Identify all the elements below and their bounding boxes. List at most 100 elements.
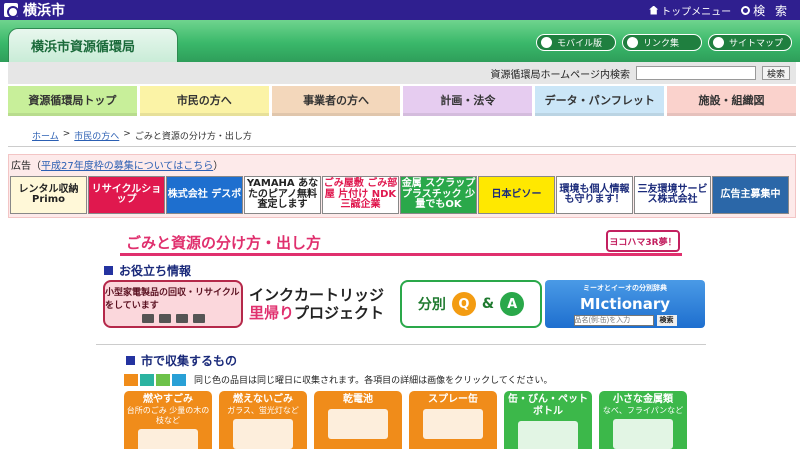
burnable-waste-card[interactable]: 燃やすごみ 台所のごみ 少量の木の枝など — [124, 391, 212, 449]
ad-banner[interactable]: 株式会社 デスポ — [166, 176, 243, 214]
glassware-icon — [233, 419, 293, 449]
links-label: リンク集 — [643, 39, 680, 49]
top-menu-label: トップメニュー — [661, 6, 732, 18]
square-bullet-icon — [126, 356, 135, 365]
city-collection-heading: 市で収集するもの — [126, 352, 237, 369]
bin-name: 乾電池 — [343, 394, 373, 405]
useful-info-heading: お役立ち情報 — [104, 262, 191, 279]
mictionary-search-button[interactable]: 検索 — [656, 314, 677, 326]
bin-sub: 台所のごみ 少量の木の枝など — [126, 406, 210, 425]
small-metal-card[interactable]: 小さな金属類 なべ、フライパンなど — [599, 391, 687, 449]
divider — [8, 146, 796, 147]
bin-name: 缶・びん・ペットボトル — [508, 394, 588, 417]
site-search-button[interactable]: 検索 — [761, 66, 790, 80]
qa-amp: & — [481, 296, 495, 312]
spray-can-card[interactable]: スプレー缶 — [409, 391, 497, 449]
nav-bureau-top[interactable]: 資源循環局トップ — [8, 86, 137, 116]
mobile-version-label: モバイル版 — [557, 39, 603, 49]
sorting-qa-banner[interactable]: 分別 Q & A — [400, 280, 542, 328]
header-search-label: 検 索 — [753, 3, 790, 18]
city-logo-text: 横浜市 — [23, 3, 65, 19]
ink-cartridge-line1: インクカートリッジ — [249, 286, 385, 304]
ink-cartridge-line2-b: プロジェクト — [294, 304, 385, 322]
color-legend-note: 同じ色の品目は同じ曜日に収集されます。各項目の詳細は画像をクリックしてください。 — [194, 376, 553, 386]
sitemap-button[interactable]: サイトマップ — [708, 34, 792, 51]
frying-pan-icon — [613, 419, 673, 449]
ad-line: 広告（平成27年度枠の募集についてはこちら） — [11, 157, 223, 172]
ad-banner[interactable]: 日本ビソー — [478, 176, 555, 214]
page-title: ごみと資源の分け方・出し方 — [126, 234, 322, 252]
battery-icon — [328, 409, 388, 439]
player-icon — [192, 314, 205, 323]
links-button[interactable]: リンク集 — [622, 34, 702, 51]
ad-banner[interactable]: 金属 スクラップ プラスチック 少量でもOK — [400, 176, 477, 214]
ad-paren-close: ） — [213, 161, 224, 172]
header-search-link[interactable]: 検 索 — [741, 2, 790, 19]
q-icon: Q — [451, 292, 476, 316]
sitemap-label: サイトマップ — [729, 39, 784, 49]
ad-paren-open: （ — [31, 161, 41, 172]
nav-facilities[interactable]: 施設・組織図 — [667, 86, 796, 116]
breadcrumb-current: ごみと資源の分け方・出し方 — [134, 132, 252, 142]
main-heading: ごみと資源の分け方・出し方 ヨコハマ3R夢！ — [120, 230, 682, 256]
breadcrumb-home[interactable]: ホーム — [32, 129, 59, 142]
mobile-version-button[interactable]: モバイル版 — [536, 34, 616, 51]
ink-cartridge-banner[interactable]: インクカートリッジ 里帰りプロジェクト — [249, 280, 399, 328]
nav-data-pamphlets[interactable]: データ・パンフレット — [535, 86, 665, 116]
ad-banner[interactable]: YAMAHA あなたのピアノ無料査定します — [244, 176, 321, 214]
color-key-orange — [124, 373, 138, 386]
game-icon — [175, 314, 188, 323]
ad-banner[interactable]: 環境も個人情報も守ります！ — [556, 176, 633, 214]
ad-banner[interactable]: ごみ屋敷 ごみ部屋 片付け NDK 三誠企業 — [322, 176, 399, 214]
ad-banner[interactable]: レンタル収納 Primo — [10, 176, 87, 214]
phone-icon — [141, 314, 154, 323]
ad-banner[interactable]: 三友環境サービス株式会社 — [634, 176, 711, 214]
bureau-title[interactable]: 横浜市資源循環局 — [8, 28, 178, 62]
ink-cartridge-line2-a: 里帰り — [249, 304, 295, 322]
bin-name: スプレー缶 — [428, 394, 478, 405]
yokohama-3r-badge[interactable]: ヨコハマ3R夢！ — [606, 230, 680, 252]
non-burnable-waste-card[interactable]: 燃えないごみ ガラス、蛍光灯など — [219, 391, 307, 449]
nav-plans-laws[interactable]: 計画・法令 — [403, 86, 533, 116]
top-menu-link[interactable]: トップメニュー — [649, 3, 731, 18]
small-appliance-recycling-banner[interactable]: 小型家電製品の回収・リサイクルをしています — [103, 280, 243, 328]
city-logo[interactable]: 横浜市 — [0, 0, 65, 20]
ad-banner[interactable]: リサイクルショップ — [88, 176, 165, 214]
breadcrumb: ホーム > 市民の方へ > ごみと資源の分け方・出し方 — [32, 129, 252, 142]
home-icon — [649, 5, 659, 15]
breadcrumb-separator: > — [123, 129, 131, 139]
small-appliance-text: 小型家電製品の回収・リサイクルをしています — [105, 288, 240, 311]
site-search-input[interactable] — [635, 66, 756, 80]
category-nav: 資源循環局トップ 市民の方へ 事業者の方へ 計画・法令 データ・パンフレット 施… — [8, 86, 796, 116]
color-key-blue — [172, 373, 186, 386]
ad-recruit-link[interactable]: 平成27年度枠の募集についてはこちら — [41, 161, 213, 172]
top-bar: 横浜市 トップメニュー 検 索 — [0, 0, 800, 20]
bottles-icon — [518, 421, 578, 449]
breadcrumb-citizens[interactable]: 市民の方へ — [74, 129, 119, 142]
bin-name: 燃やすごみ — [143, 394, 193, 405]
ad-banners: レンタル収納 Primo リサイクルショップ 株式会社 デスポ YAMAHA あ… — [10, 176, 789, 214]
camera-icon — [158, 314, 171, 323]
mictionary-title: MIctionary — [580, 294, 670, 313]
nav-citizens[interactable]: 市民の方へ — [139, 86, 269, 116]
a-icon: A — [500, 292, 525, 316]
link-icon — [627, 37, 638, 48]
square-bullet-icon — [104, 266, 113, 275]
dry-battery-card[interactable]: 乾電池 — [314, 391, 402, 449]
cans-bottles-card[interactable]: 缶・びん・ペットボトル — [504, 391, 592, 449]
trash-bag-icon — [138, 429, 198, 449]
city-collection-title: 市で収集するもの — [141, 354, 238, 368]
sitemap-icon — [713, 37, 724, 48]
qa-label: 分別 — [417, 297, 446, 313]
ad-banner[interactable]: 広告主募集中 — [712, 176, 789, 214]
mictionary-search-input[interactable] — [573, 314, 654, 326]
site-search-label: 資源循環局ホームページ内検索 — [490, 69, 630, 81]
collection-items: 燃やすごみ 台所のごみ 少量の木の枝など 燃えないごみ ガラス、蛍光灯など 乾電… — [124, 391, 687, 449]
search-icon — [741, 5, 751, 15]
site-search-bar: 資源循環局ホームページ内検索 検索 — [8, 62, 796, 84]
ad-label: 広告 — [11, 161, 31, 172]
nav-businesses[interactable]: 事業者の方へ — [271, 86, 401, 116]
bin-sub: なべ、フライパンなど — [602, 406, 684, 415]
useful-info-title: お役立ち情報 — [119, 264, 192, 278]
pen-icon — [541, 37, 552, 48]
